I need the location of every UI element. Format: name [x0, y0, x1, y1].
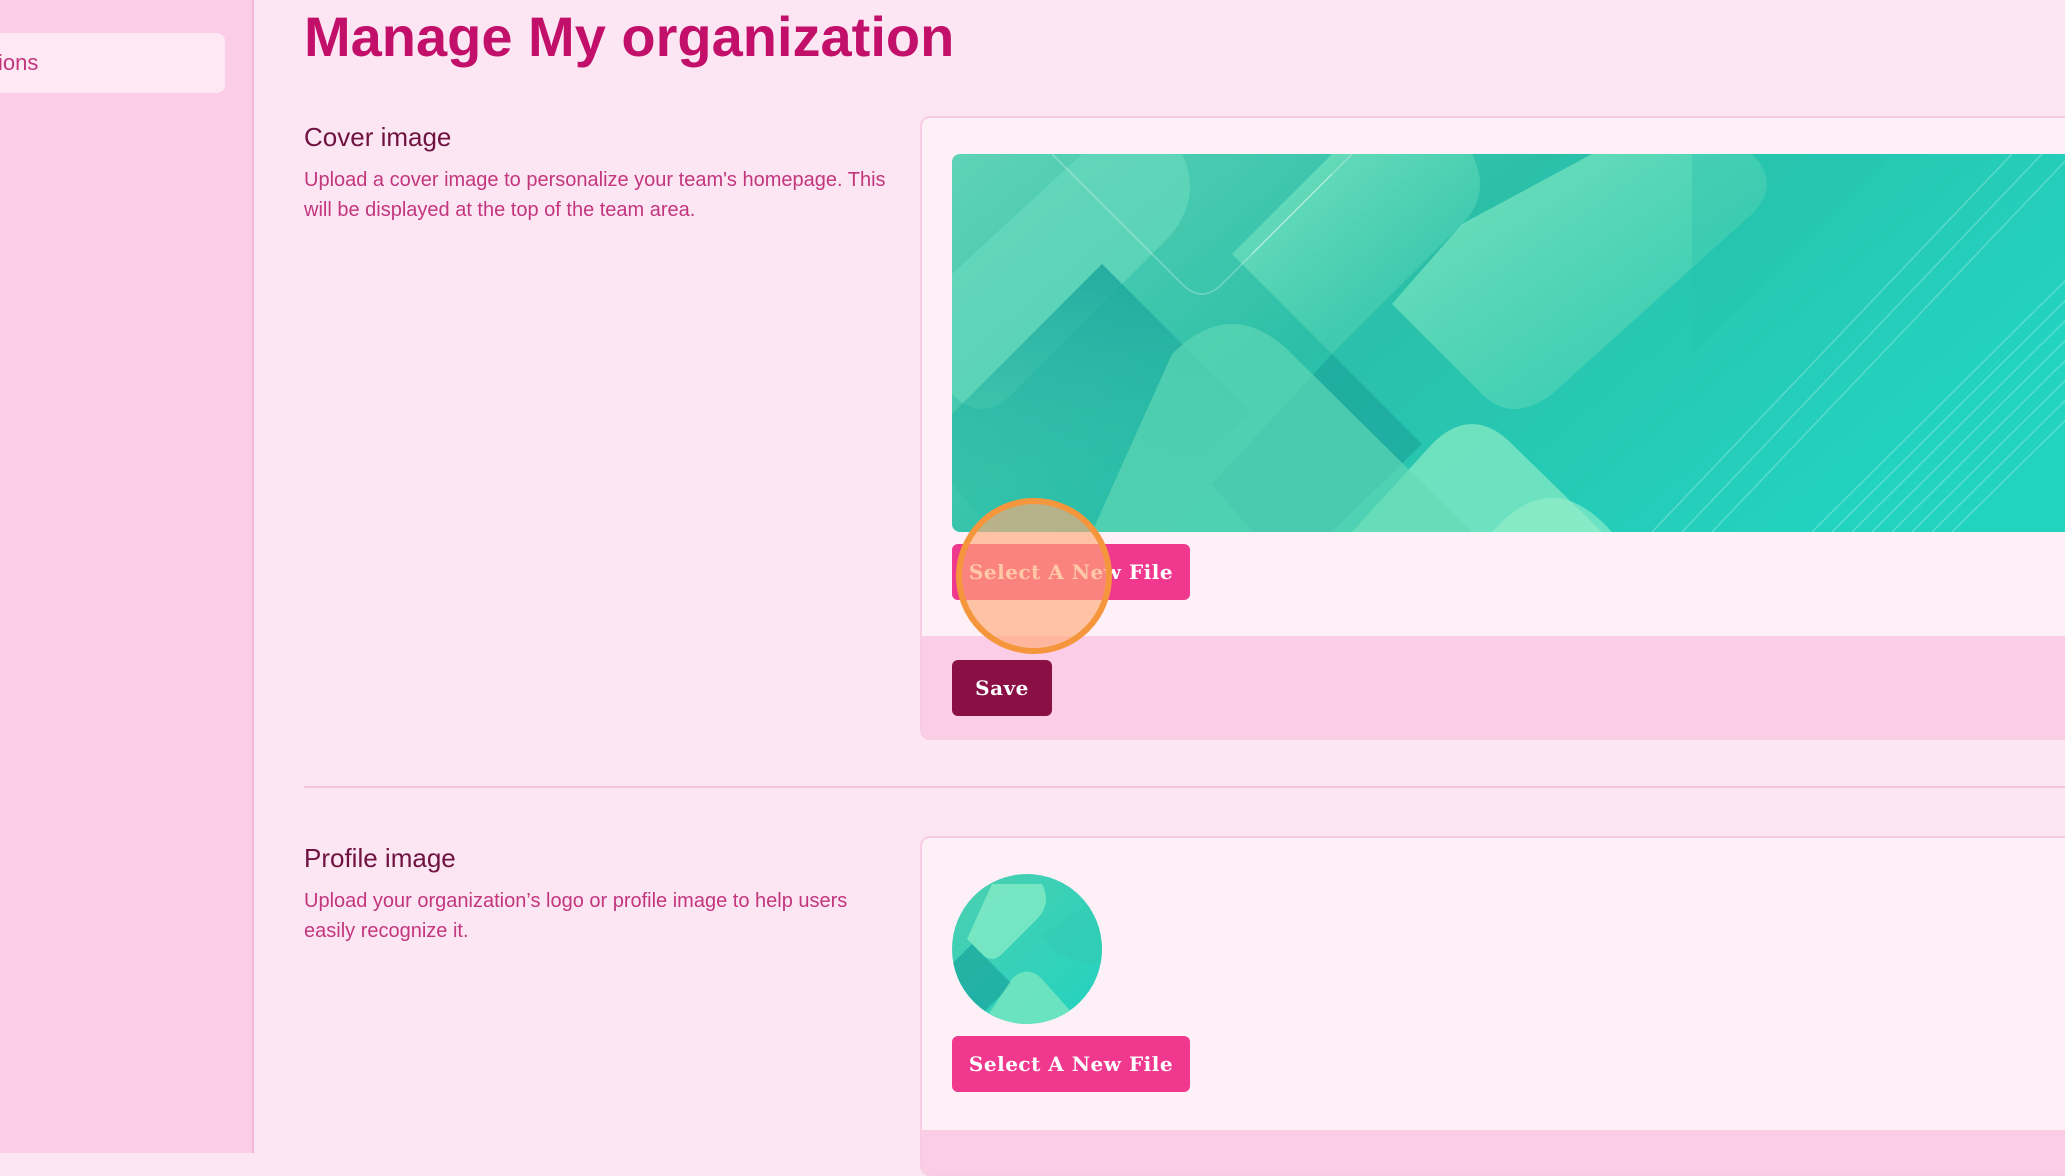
profile-image-card: Select A New File	[920, 836, 2065, 1176]
sidebar: ions	[0, 0, 254, 1153]
cover-select-file-button[interactable]: Select A New File	[952, 544, 1190, 600]
sidebar-item-label: ions	[0, 50, 39, 75]
cover-image-preview	[952, 154, 2065, 532]
profile-section-title: Profile image	[304, 843, 456, 873]
cover-image-graphic	[952, 154, 2065, 532]
cover-section-description: Upload a cover image to personalize your…	[304, 169, 886, 221]
save-button[interactable]: Save	[952, 660, 1052, 716]
cover-card-footer: Save	[922, 636, 2065, 738]
section-divider	[304, 786, 2065, 788]
sidebar-item-organizations[interactable]: ions	[0, 33, 225, 93]
profile-image-graphic	[952, 874, 1102, 1024]
main-content: Manage My organization Cover image Uploa…	[304, 0, 2065, 1176]
profile-select-file-button[interactable]: Select A New File	[952, 1036, 1190, 1092]
page-title: Manage My organization	[304, 5, 955, 68]
cover-image-card: Select A New File Save	[920, 116, 2065, 740]
profile-section-description: Upload your organization’s logo or profi…	[304, 890, 848, 942]
profile-image-preview	[952, 874, 1102, 1024]
profile-card-footer	[922, 1130, 2065, 1174]
cover-section-title: Cover image	[304, 122, 452, 152]
